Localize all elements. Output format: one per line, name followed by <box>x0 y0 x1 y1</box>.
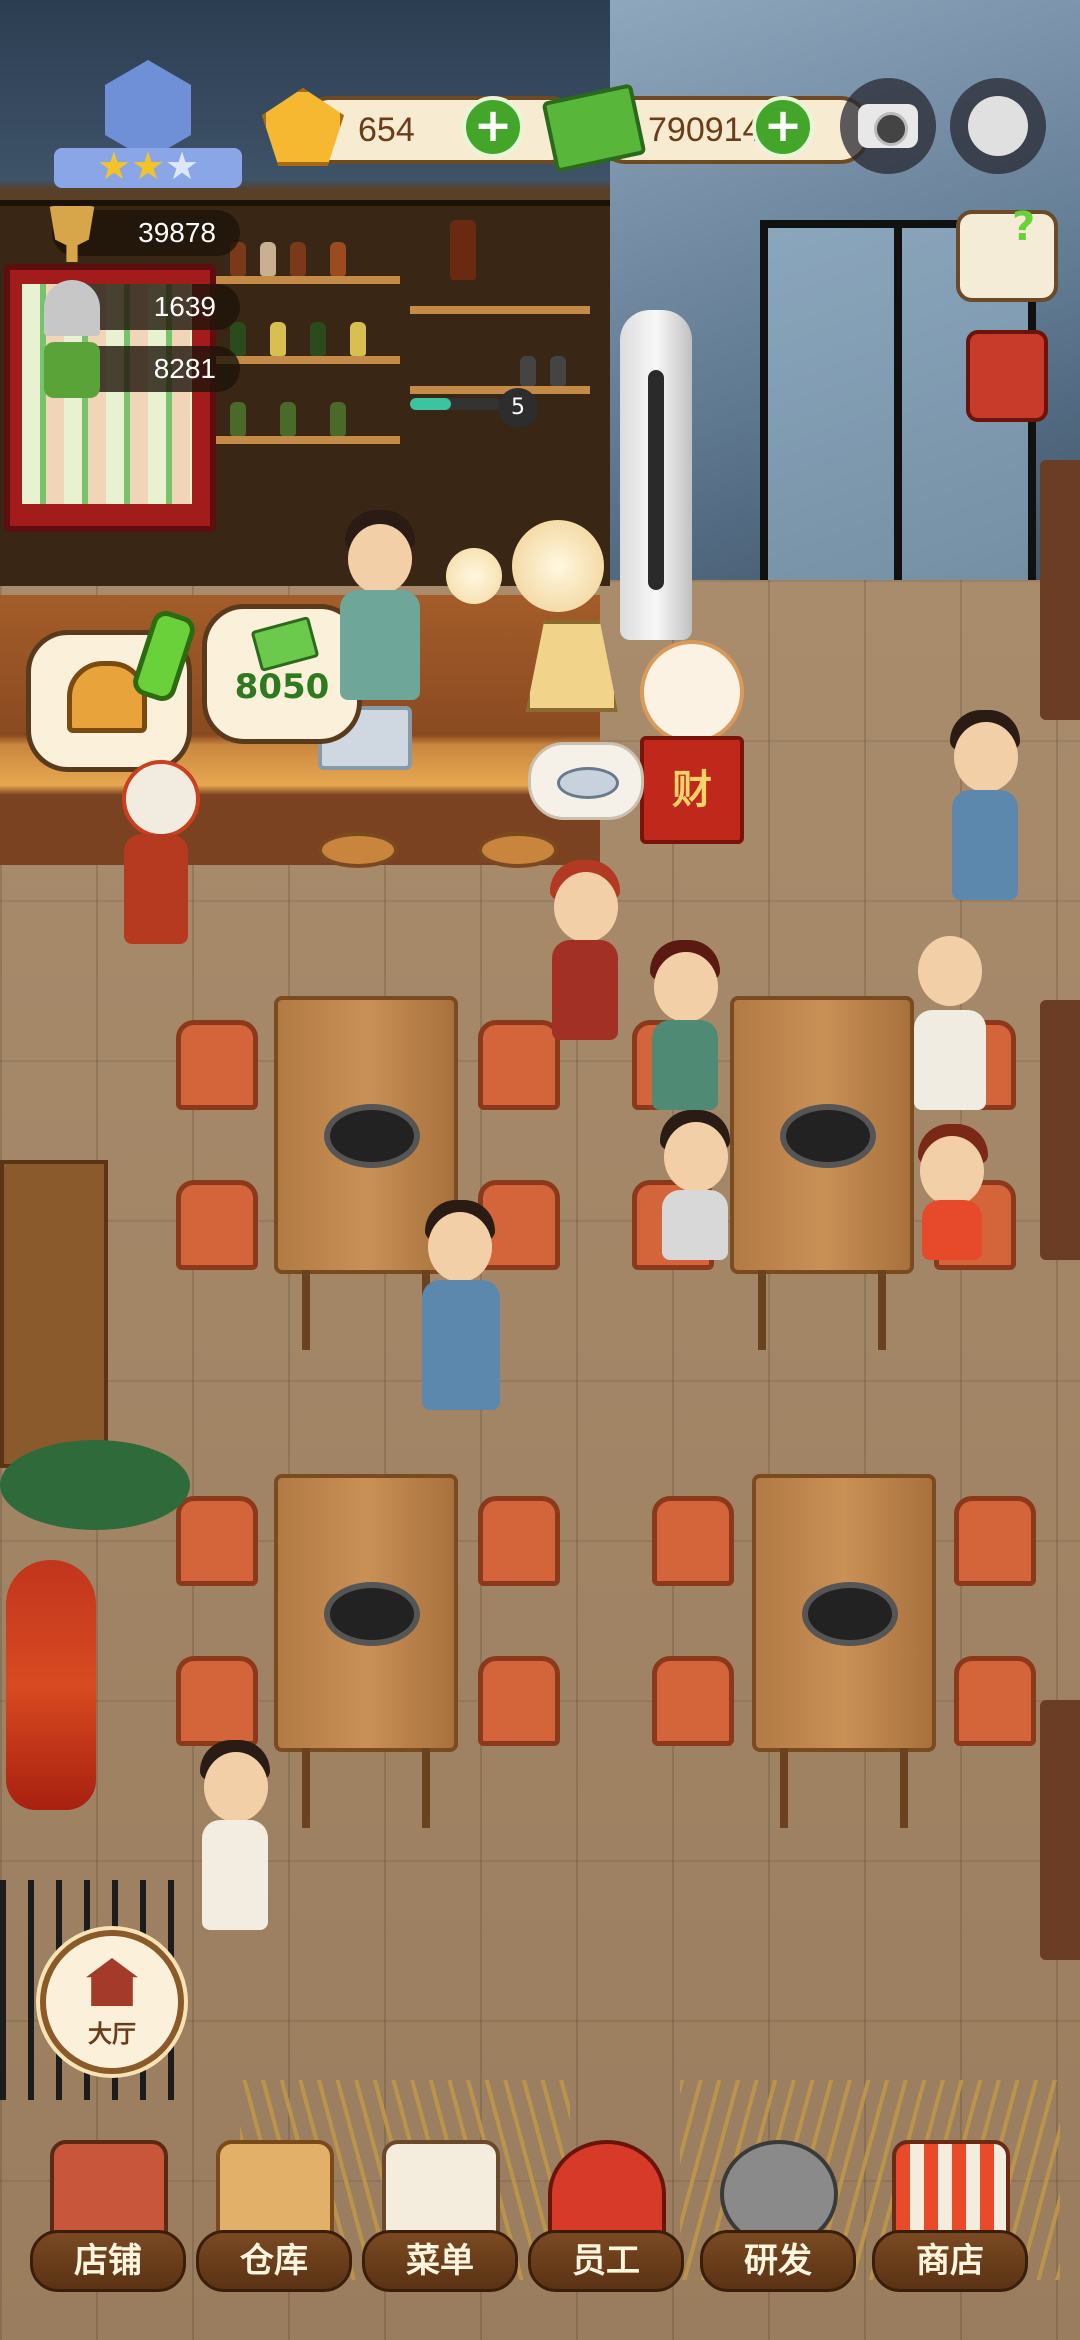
waiter-staff[interactable] <box>540 860 630 1050</box>
order-thought-bubble <box>528 742 644 820</box>
chair <box>176 1656 258 1746</box>
waitress-staff[interactable] <box>190 1740 280 1940</box>
star-empty-icon: ★ <box>165 144 200 188</box>
nav-label: 研发 <box>700 2230 856 2292</box>
nav-warehouse-button[interactable]: 仓库 <box>196 2140 352 2292</box>
dining-table-3[interactable] <box>274 1474 458 1828</box>
star-filled-icon: ★ <box>130 144 166 188</box>
customer[interactable] <box>640 940 730 1120</box>
gear-icon <box>968 96 1028 156</box>
server-staff[interactable] <box>410 1200 510 1420</box>
server-staff[interactable] <box>940 710 1030 910</box>
sauce-station <box>0 1160 108 1468</box>
customer[interactable] <box>900 930 1000 1120</box>
add-cash-button[interactable]: + <box>752 96 814 158</box>
nav-label: 员工 <box>528 2230 684 2292</box>
wood-pillar <box>1040 1000 1080 1260</box>
nav-research-button[interactable]: 研发 <box>700 2140 856 2292</box>
settings-button[interactable] <box>950 78 1046 174</box>
dining-table-4[interactable] <box>752 1474 936 1828</box>
nav-label: 商店 <box>872 2230 1028 2292</box>
fish-icon <box>557 767 619 799</box>
restaurant-rank-badge[interactable]: ★★★ <box>54 60 242 194</box>
rank-stars: ★★★ <box>96 144 200 188</box>
nav-label: 店铺 <box>30 2230 186 2292</box>
bar-stool <box>318 832 398 868</box>
question-mark-icon: ? <box>1012 204 1036 250</box>
cash-value: 790914 <box>648 111 762 149</box>
recipes-value: 8281 <box>153 353 216 384</box>
chair <box>652 1496 734 1586</box>
nav-shop-button[interactable]: 店铺 <box>30 2140 186 2292</box>
popularity-value: 39878 <box>138 217 216 248</box>
mascot-character[interactable] <box>110 760 200 960</box>
dishes-value: 1639 <box>153 291 216 322</box>
chair <box>652 1656 734 1746</box>
nav-label: 仓库 <box>196 2230 352 2292</box>
decor-vase <box>6 1560 96 1810</box>
chair <box>176 1020 258 1110</box>
cash-icon <box>250 615 320 673</box>
camera-button[interactable] <box>840 78 936 174</box>
bonsai-plant <box>0 1440 190 1530</box>
gems-value: 654 <box>358 111 415 149</box>
lucky-sign: 财 <box>640 736 744 844</box>
nav-menu-button[interactable]: 菜单 <box>362 2140 518 2292</box>
dining-table-2[interactable] <box>730 996 914 1350</box>
lucky-cat-icon <box>640 640 744 744</box>
lamp-icon <box>446 548 502 604</box>
red-book-button[interactable] <box>966 330 1048 422</box>
beer-bottle-icon <box>450 220 476 280</box>
brew-progress-bar <box>410 398 500 410</box>
chair <box>478 1656 560 1746</box>
hall-label: 大厅 <box>88 2020 136 2048</box>
add-gems-button[interactable]: + <box>462 96 524 158</box>
guide-book-button[interactable]: ? <box>956 204 1058 302</box>
bottle-count-badge: 5 <box>498 388 538 428</box>
nav-store-button[interactable]: 商店 <box>872 2140 1028 2292</box>
hall-house-icon <box>86 1958 138 2006</box>
cloche-icon <box>44 280 100 336</box>
customer[interactable] <box>912 1124 992 1264</box>
lamp-icon <box>512 520 604 612</box>
wood-pillar <box>1040 1700 1080 1960</box>
recipe-book-icon <box>44 342 100 398</box>
chair <box>954 1496 1036 1586</box>
cashier-staff[interactable] <box>330 510 430 710</box>
wood-pillar <box>1040 460 1080 720</box>
star-filled-icon: ★ <box>96 144 131 188</box>
gems-counter: 654 <box>300 96 580 164</box>
chair <box>176 1180 258 1270</box>
chair <box>176 1496 258 1586</box>
nav-staff-button[interactable]: 员工 <box>528 2140 684 2292</box>
chair <box>478 1496 560 1586</box>
chair <box>954 1656 1036 1746</box>
nav-label: 菜单 <box>362 2230 518 2292</box>
air-purifier <box>620 310 692 640</box>
hall-button[interactable]: 大厅 <box>40 1930 184 2074</box>
customer[interactable] <box>650 1110 740 1270</box>
